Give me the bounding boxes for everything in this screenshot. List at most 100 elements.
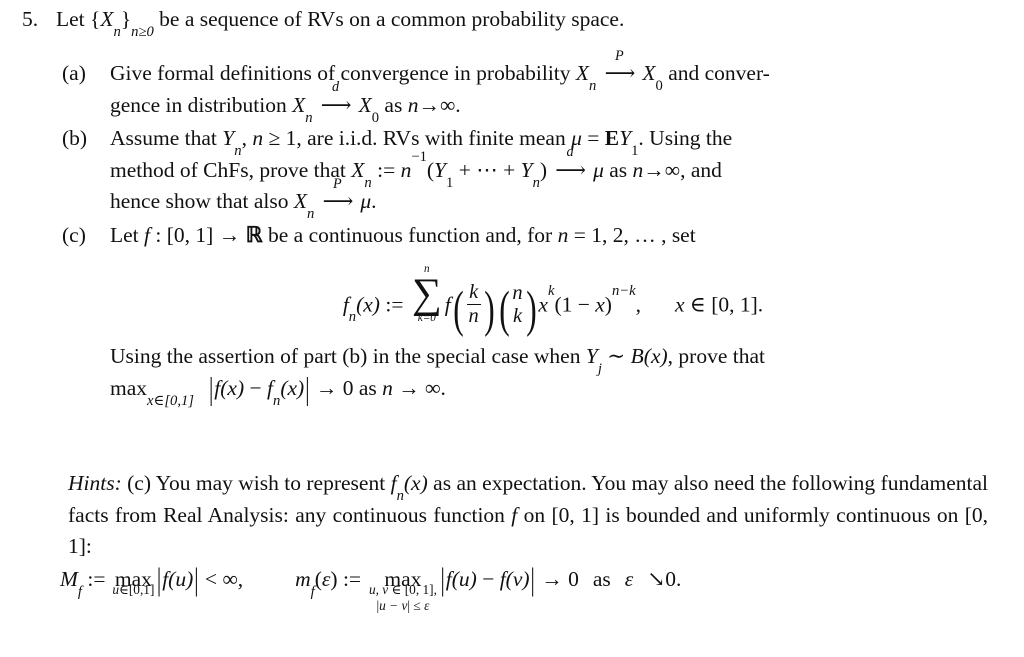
hints-fn: f xyxy=(390,471,397,495)
part-b-text-1: Assume that xyxy=(110,126,223,151)
fraction-denominator: n xyxy=(466,303,481,327)
expectation-operator: E xyxy=(604,126,620,151)
final-less-than: < xyxy=(199,567,223,591)
final-eps-paren-open: ( xyxy=(314,567,322,591)
hints-text-4: is bounded and uniformly continuous on xyxy=(599,502,965,527)
arrow-label-p: P xyxy=(333,175,342,192)
part-c-sim: ∼ xyxy=(601,344,631,369)
part-b-arrow-plain: → xyxy=(643,157,665,182)
part-a-arrow-plain: → xyxy=(418,92,440,117)
hints-text-1: (c) You may wish to represent xyxy=(121,471,391,495)
part-a-xn-2: X xyxy=(292,92,306,117)
part-b-y1-term: Y xyxy=(434,157,447,182)
max-2-limit-line-2: |u − v| ≤ ε xyxy=(377,598,430,613)
part-b-text-4: method of ChFs, prove that xyxy=(110,157,352,182)
arrow-label-d: d xyxy=(566,144,574,161)
part-c-text-1: Let xyxy=(110,222,145,247)
part-b-paren-close: ) xyxy=(539,157,548,182)
final-as-text: as xyxy=(592,567,611,591)
part-b-text-ge: ≥ 1, are i.i.d. RVs with finite mean xyxy=(263,126,572,151)
eq-x-base: x xyxy=(538,291,548,316)
part-c: (c) Let f : [0, 1] → ℝ be a continuous f… xyxy=(44,220,996,409)
part-b-cdots: ⋯ xyxy=(476,157,498,182)
final-abs-2-close: | xyxy=(530,562,535,598)
part-b-assign: := xyxy=(371,157,401,182)
arrow-label-d: d xyxy=(332,79,340,96)
part-c-label: (c) xyxy=(62,222,86,247)
final-m-lower-sub: f xyxy=(310,583,315,600)
part-b-paren-open: ( xyxy=(426,157,435,182)
brace-close: } xyxy=(120,7,132,31)
max-2-limit-line-1: u, v ∈ [0, 1], xyxy=(369,582,437,597)
part-b-text-5: as xyxy=(603,157,633,182)
convergence-in-probability-arrow-b: P xyxy=(317,177,357,213)
max-2-le: ≤ xyxy=(410,597,425,613)
summation-operator: n ∑ k=0 xyxy=(412,263,442,324)
abs-close: | xyxy=(305,371,310,407)
part-a-body: Give formal definitions of convergence i… xyxy=(110,48,996,125)
problem-parts-list: (a) Give formal definitions of convergen… xyxy=(44,48,996,409)
eq-term-var: x xyxy=(595,291,605,316)
part-a-text-2: and conver- xyxy=(662,61,770,85)
final-m-lower: m xyxy=(295,567,311,591)
searrow-icon: ↘ xyxy=(647,567,666,591)
eq-comma: , xyxy=(635,291,641,316)
max-2-limit-set: ∈ [0, 1], xyxy=(388,582,437,598)
part-b-n-pow: n xyxy=(400,157,412,182)
part-c-yj: Y xyxy=(585,344,598,369)
binomial-coefficient: nk xyxy=(511,282,523,328)
part-b-comma: , xyxy=(241,126,253,151)
binomial-bottom: k xyxy=(512,304,523,327)
part-a-text-3: gence in distribution xyxy=(110,92,293,117)
final-eps-paren-close: ) xyxy=(330,567,338,591)
final-abs-1-body: f(u) xyxy=(162,567,194,591)
final-comma: , xyxy=(237,567,244,591)
abs-open: | xyxy=(208,371,214,407)
bernoulli-arg: (x) xyxy=(643,344,668,369)
part-a-x0-2: X xyxy=(358,92,372,117)
part-c-period: . xyxy=(440,375,446,400)
part-a-n: n xyxy=(407,92,419,117)
final-infinity: ∞ xyxy=(222,567,238,591)
hints-colon: : xyxy=(85,534,92,559)
arrow-label-p: P xyxy=(615,47,624,64)
part-b: (b) Assume that Yn, n ≥ 1, are i.i.d. RV… xyxy=(44,123,996,221)
part-b-mu-limit: μ xyxy=(593,157,604,182)
part-a: (a) Give formal definitions of convergen… xyxy=(44,48,996,125)
part-b-y1: Y xyxy=(619,126,632,151)
eq-x-exponent: k xyxy=(547,283,555,300)
part-c-text-after-1: Using the assertion of part (b) in the s… xyxy=(110,344,586,369)
final-abs-2-fu: f(u) xyxy=(445,567,477,591)
part-c-text-3: = 1, 2, … , set xyxy=(568,222,696,247)
rightarrow-glyph xyxy=(316,95,356,117)
part-c-text-2: be a continuous function and, for xyxy=(262,222,558,247)
sequence-variable: X xyxy=(100,7,114,31)
part-a-period: . xyxy=(455,92,461,117)
eq-term-close: ) xyxy=(604,291,612,316)
part-b-period: . xyxy=(371,189,377,214)
part-b-xn-2: X xyxy=(293,189,308,214)
final-abs-1-close: | xyxy=(194,562,199,598)
part-c-n-to-inf: n → ∞ xyxy=(382,375,441,400)
final-abs-1-open: | xyxy=(156,562,162,598)
part-c-fnx-sub: n xyxy=(273,392,281,409)
part-c-n: n xyxy=(557,222,569,247)
max-2-limits: u, v ∈ [0, 1], |u − v| ≤ ε xyxy=(369,582,437,612)
eq-domain-var: x xyxy=(675,291,685,316)
final-m-symbol: M xyxy=(60,567,78,591)
eq-lhs-f-sub: n xyxy=(348,308,357,325)
eq-domain-set: [0, 1] xyxy=(711,291,758,316)
eq-lhs-f: f xyxy=(342,291,349,316)
eq-domain-in: ∈ xyxy=(684,291,712,316)
binomial-top: n xyxy=(512,281,523,304)
part-c-maps-arrow: → xyxy=(213,222,246,247)
part-c-yj-sub: j xyxy=(597,361,602,378)
final-zero-period: 0. xyxy=(665,567,682,591)
final-arrow-zero: → 0 xyxy=(535,567,579,591)
eq-term-open: (1 − xyxy=(554,291,596,316)
final-assign-1: := xyxy=(81,567,111,591)
part-c-text-after-2: , prove that xyxy=(667,344,765,369)
eq-assign: := xyxy=(379,291,409,316)
hints-text-3: on xyxy=(517,502,552,527)
document-page: 5. Let {Xn}n≥0 be a sequence of RVs on a… xyxy=(0,0,1024,657)
